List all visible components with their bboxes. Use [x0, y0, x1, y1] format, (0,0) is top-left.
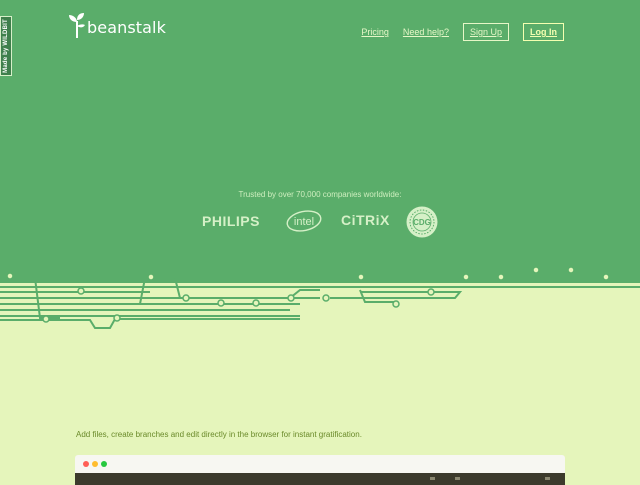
customer-logos: PHILIPS intel CiTRiX CDG [202, 205, 442, 238]
browser-preview [75, 455, 565, 485]
help-link[interactable]: Need help? [403, 27, 449, 37]
login-button[interactable]: Log In [523, 23, 564, 41]
seal-logo: CDG [406, 206, 438, 238]
made-by-badge[interactable]: Made by WILDBIT [0, 16, 12, 76]
citrix-logo: CiTRiX [341, 212, 390, 228]
seal-text: CDG [413, 218, 431, 227]
signup-button[interactable]: Sign Up [462, 23, 509, 41]
beanstalk-logo[interactable]: beanstalk [68, 12, 166, 38]
intel-text: intel [294, 216, 314, 228]
top-nav: Pricing Need help? Sign Up Log In [361, 23, 564, 41]
feature-tagline: Add files, create branches and edit dire… [76, 430, 362, 439]
brand-name: beanstalk [87, 18, 166, 37]
branch-tracks-graphic [0, 266, 640, 329]
maximize-dot-icon [101, 461, 107, 467]
philips-logo: PHILIPS [202, 213, 260, 229]
trusted-text: Trusted by over 70,000 companies worldwi… [238, 190, 402, 199]
made-by-text: Made by WILDBIT [3, 19, 10, 73]
pricing-link[interactable]: Pricing [361, 27, 389, 37]
hero-section [0, 0, 640, 284]
browser-dark-bar [75, 473, 565, 485]
close-dot-icon [83, 461, 89, 467]
intel-logo: intel [286, 210, 322, 232]
minimize-dot-icon [92, 461, 98, 467]
sprout-icon [69, 13, 85, 38]
